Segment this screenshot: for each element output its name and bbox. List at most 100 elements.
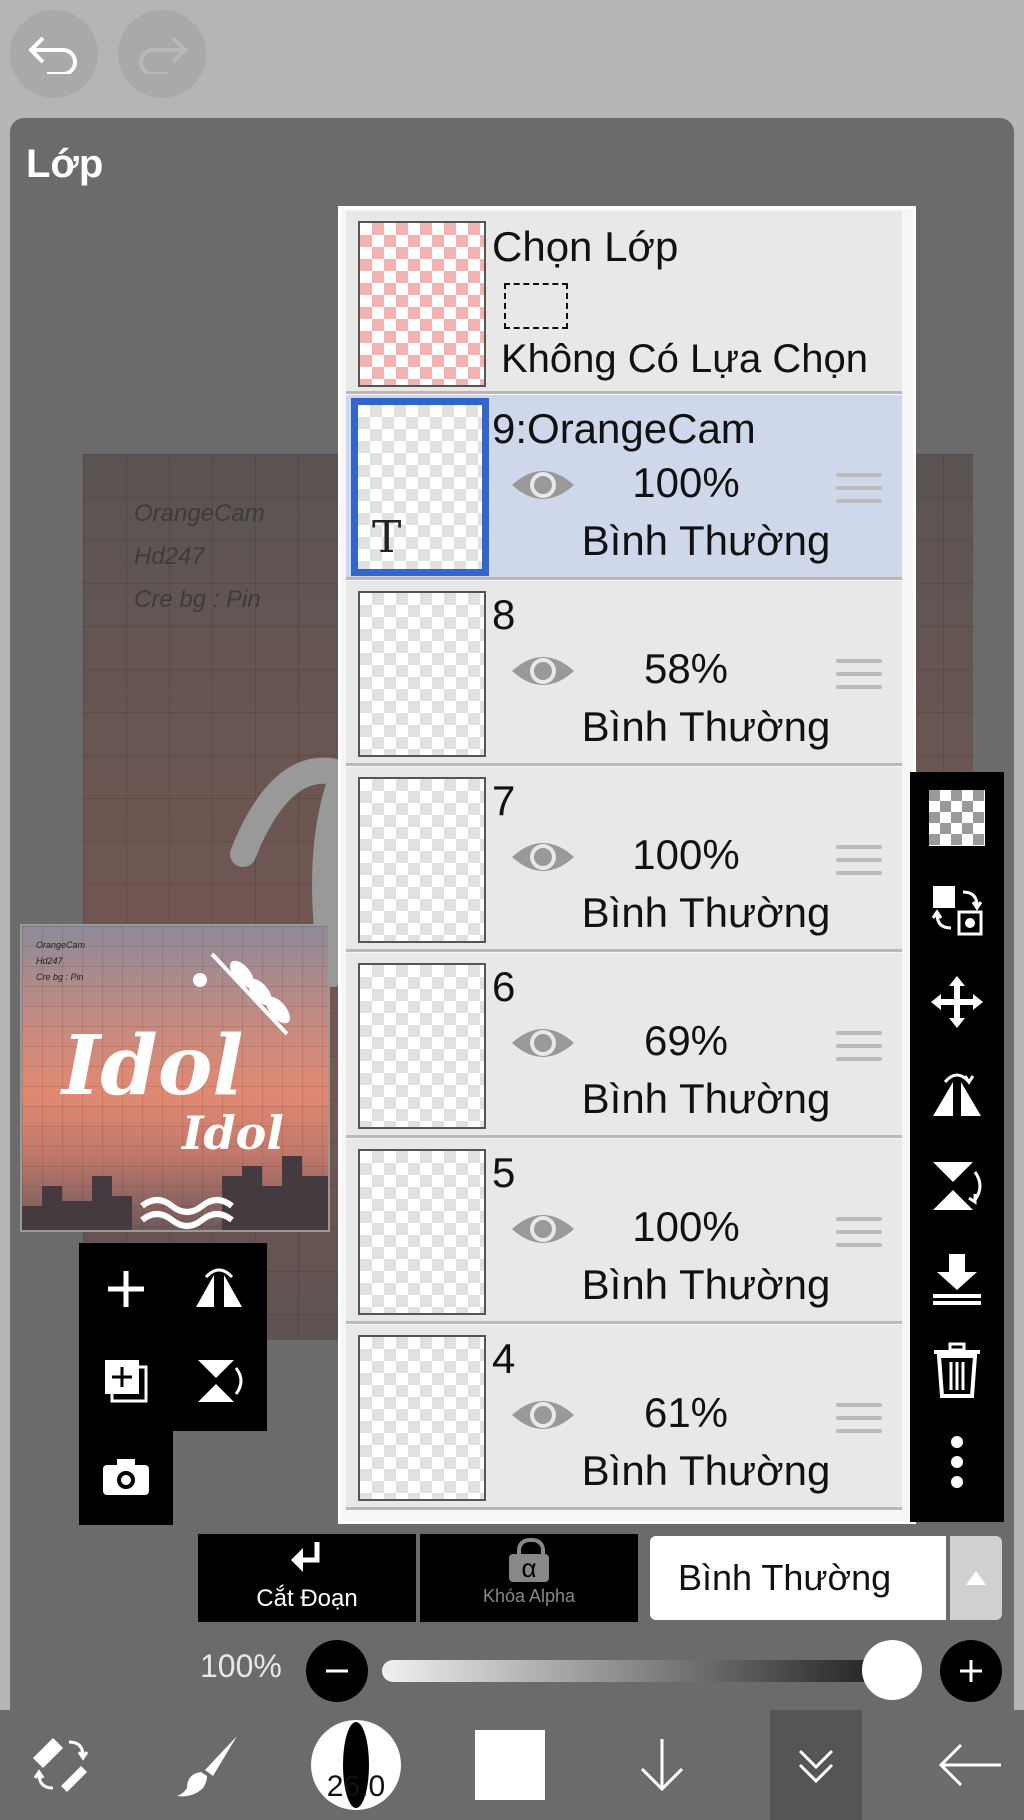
opacity-decrease-button[interactable] <box>306 1640 368 1702</box>
layer-name: 4 <box>492 1335 516 1382</box>
drag-handle-icon[interactable] <box>836 1217 882 1256</box>
camera-button[interactable] <box>83 1434 169 1520</box>
more-options-button[interactable] <box>910 1416 1004 1508</box>
brush-size-preview: 26.0 <box>311 1720 401 1810</box>
layers-panel-toggle[interactable] <box>770 1710 862 1820</box>
clipping-button[interactable]: Cắt Đoạn <box>198 1534 416 1622</box>
layer-blend-mode: Bình Thường <box>581 889 831 936</box>
layer-row[interactable]: T 9:OrangeCam 100% Bình Thường <box>346 395 902 580</box>
add-copy-icon <box>105 1360 148 1403</box>
bottom-toolbar: 26.0 <box>0 1710 1024 1820</box>
layer-opacity: 100% <box>632 831 740 878</box>
opacity-increase-button[interactable] <box>940 1640 1002 1702</box>
visibility-eye-icon[interactable] <box>510 649 576 698</box>
opacity-slider[interactable] <box>382 1660 922 1682</box>
layer-down-button[interactable] <box>612 1710 712 1820</box>
brush-size-value: 26.0 <box>326 1770 386 1803</box>
opacity-label: 100% <box>200 1648 282 1684</box>
flip-horizontal-layer-button[interactable] <box>910 1048 1004 1140</box>
minus-icon <box>326 1669 348 1673</box>
layer-opacity: 100% <box>632 459 740 506</box>
selection-row[interactable]: Chọn Lớp Không Có Lựa Chọn <box>346 211 902 394</box>
merge-down-button[interactable] <box>910 1232 1004 1324</box>
flip-horizontal-icon <box>933 1073 981 1116</box>
redo-button[interactable] <box>118 10 206 98</box>
right-tool-strip <box>910 772 1004 1522</box>
brush-size-button[interactable]: 26.0 <box>308 1710 404 1820</box>
layer-name: 6 <box>492 963 516 1010</box>
camera-icon <box>103 1459 149 1495</box>
flip-horizontal-icon <box>196 1268 242 1307</box>
layer-blend-mode: Bình Thường <box>581 1075 831 1122</box>
visibility-eye-icon[interactable] <box>510 463 576 512</box>
triangle-up-icon <box>966 1571 986 1585</box>
plus-icon <box>108 1271 144 1307</box>
layer-name: 9:OrangeCam <box>492 405 756 452</box>
eraser-swap-icon <box>33 1738 89 1792</box>
layer-row[interactable]: 8 58% Bình Thường <box>346 581 902 766</box>
add-copy-layer-button[interactable] <box>83 1338 169 1424</box>
layer-row[interactable]: 6 69% Bình Thường <box>346 953 902 1138</box>
visibility-eye-icon[interactable] <box>510 1207 576 1256</box>
transform-tool-button[interactable] <box>10 1710 110 1820</box>
thumb-text-line: Cre bg : Pin <box>36 972 84 982</box>
color-button[interactable] <box>464 1710 556 1820</box>
flip-vertical-button[interactable] <box>176 1338 262 1424</box>
layer-list[interactable]: Chọn Lớp Không Có Lựa Chọn T 9:OrangeCam 1… <box>338 206 916 1524</box>
blend-mode-select[interactable]: Bình Thường <box>650 1536 946 1620</box>
layer-name: 8 <box>492 591 516 638</box>
brush-tool-button[interactable] <box>160 1710 260 1820</box>
thumb-leaf-art <box>193 952 290 1036</box>
layer-thumbnail <box>358 777 486 943</box>
layer-blend-mode: Bình Thường <box>581 517 831 564</box>
back-button[interactable] <box>920 1710 1020 1820</box>
canvas-text-line: Hd247 <box>134 543 205 570</box>
canvas-thumbnail[interactable]: OrangeCam Hd247 Cre bg : Pin Idol Idol <box>20 924 330 1232</box>
canvas-text-line: OrangeCam <box>134 500 265 527</box>
visibility-eye-icon[interactable] <box>510 1021 576 1070</box>
swap-layer-button[interactable] <box>910 864 1004 956</box>
chevron-double-down-icon <box>798 1749 834 1784</box>
alpha-lock-button[interactable]: α Khóa Alpha <box>420 1534 638 1622</box>
visibility-eye-icon[interactable] <box>510 1393 576 1442</box>
selection-title: Chọn Lớp <box>492 223 679 270</box>
flip-vertical-layer-button[interactable] <box>910 1140 1004 1232</box>
blend-mode-toggle[interactable] <box>950 1536 1002 1620</box>
move-icon <box>931 976 983 1028</box>
thumb-text-line: OrangeCam <box>36 940 86 950</box>
drag-handle-icon[interactable] <box>836 473 882 512</box>
layer-thumbnail <box>358 963 486 1129</box>
layer-thumbnail <box>358 1335 486 1501</box>
lock-icon: α <box>509 1538 549 1582</box>
move-button[interactable] <box>910 956 1004 1048</box>
checkerboard-icon <box>929 790 985 846</box>
undo-button[interactable] <box>10 10 98 98</box>
drag-handle-icon[interactable] <box>836 659 882 698</box>
drag-handle-icon[interactable] <box>836 845 882 884</box>
brush-icon <box>177 1736 237 1797</box>
selection-status: Không Có Lựa Chọn <box>501 337 869 381</box>
layer-blend-mode: Bình Thường <box>581 703 831 750</box>
drag-handle-icon[interactable] <box>836 1403 882 1442</box>
layer-row[interactable]: 5 100% Bình Thường <box>346 1139 902 1324</box>
layer-thumbnail <box>358 591 486 757</box>
visibility-eye-icon[interactable] <box>510 835 576 884</box>
swap-icon <box>931 886 983 936</box>
thumb-skyline <box>22 1156 328 1230</box>
layer-thumbnail <box>358 1149 486 1315</box>
merge-down-icon <box>933 1254 981 1305</box>
transparency-button[interactable] <box>910 772 1004 864</box>
opacity-slider-handle[interactable] <box>862 1640 922 1700</box>
panel-title: Lớp <box>26 142 104 186</box>
color-swatch <box>475 1730 545 1800</box>
canvas-text-line: Cre bg : Pin <box>134 586 261 613</box>
layer-row[interactable]: 7 100% Bình Thường <box>346 767 902 952</box>
add-layer-button[interactable] <box>83 1246 169 1332</box>
drag-handle-icon[interactable] <box>836 1031 882 1070</box>
clip-arrow-icon <box>291 1542 320 1572</box>
flip-horizontal-button[interactable] <box>176 1246 262 1332</box>
layer-row[interactable]: 4 61% Bình Thường <box>346 1325 902 1510</box>
layer-opacity: 100% <box>632 1203 740 1250</box>
delete-layer-button[interactable] <box>910 1324 1004 1416</box>
layer-opacity: 61% <box>643 1389 729 1436</box>
